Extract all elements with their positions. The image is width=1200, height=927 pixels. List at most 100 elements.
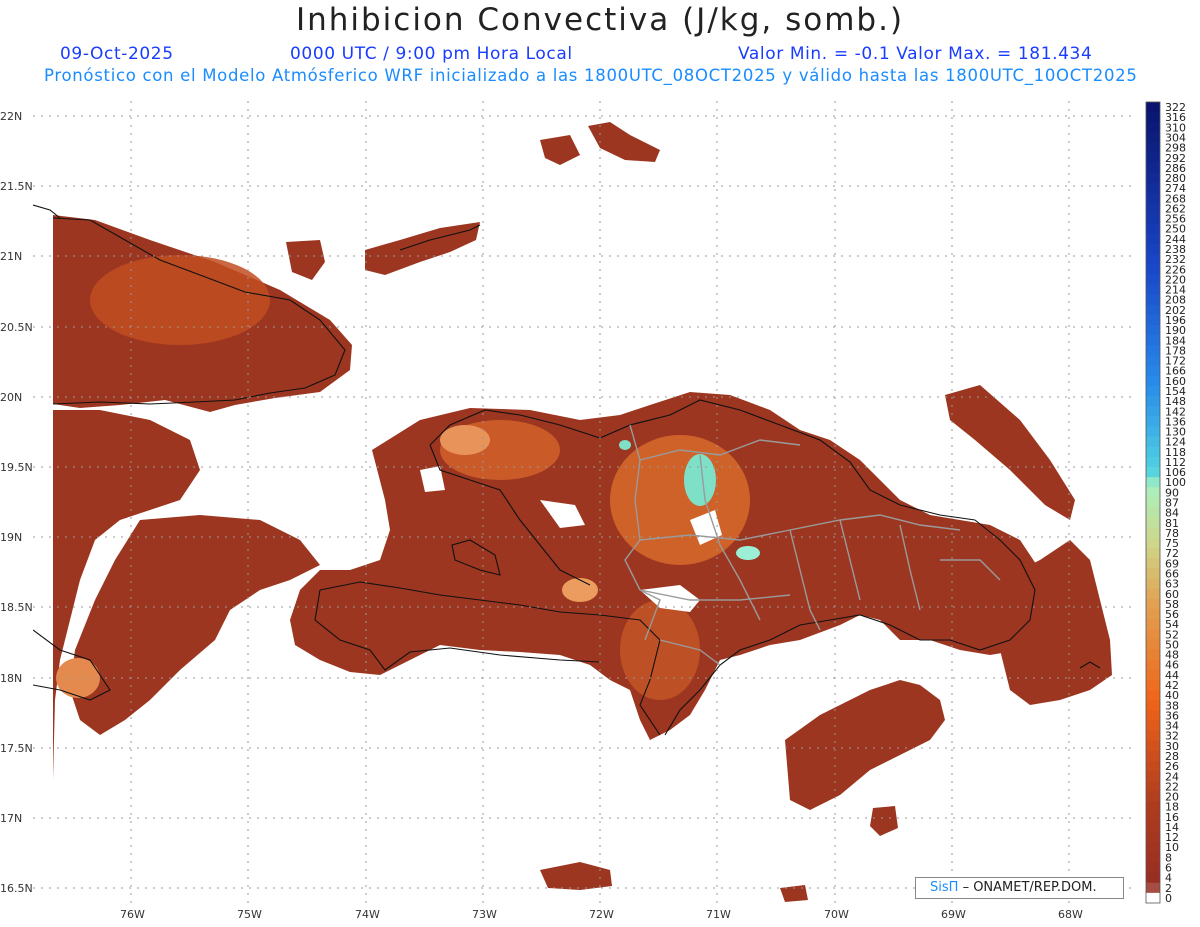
colorbar-swatch bbox=[1146, 517, 1160, 529]
field-peak-3 bbox=[619, 440, 631, 450]
colorbar-swatch bbox=[1146, 213, 1160, 225]
colorbar-swatch bbox=[1146, 690, 1160, 701]
colorbar-swatch bbox=[1146, 487, 1160, 498]
lat-label: 18.5N bbox=[0, 601, 33, 614]
colorbar-swatch bbox=[1146, 193, 1160, 204]
colorbar-swatch bbox=[1146, 537, 1160, 549]
colorbar-swatch bbox=[1146, 649, 1160, 661]
colorbar-swatch bbox=[1146, 294, 1160, 306]
field-region-south-islet bbox=[540, 862, 612, 890]
colorbar-swatch bbox=[1146, 406, 1160, 417]
colorbar-swatch bbox=[1146, 558, 1160, 569]
colorbar-swatch bbox=[1146, 852, 1160, 863]
colorbar-swatch bbox=[1146, 781, 1160, 792]
colorbar-swatch bbox=[1146, 162, 1160, 174]
lon-label: 72W bbox=[589, 908, 614, 921]
colorbar-swatch bbox=[1146, 325, 1160, 336]
colorbar-swatch bbox=[1146, 659, 1160, 671]
colorbar-swatch bbox=[1146, 568, 1160, 579]
map-canvas: 22N 21.5N 21N 20.5N 20N 19.5N 19N 18.5N … bbox=[0, 101, 1186, 921]
colorbar-swatch bbox=[1146, 639, 1160, 650]
lat-label: 21N bbox=[0, 250, 22, 263]
colorbar-swatch bbox=[1146, 456, 1160, 468]
field-highlight-7 bbox=[562, 578, 598, 602]
field-region-northeast-strip bbox=[945, 385, 1075, 520]
colorbar-swatch bbox=[1146, 396, 1160, 407]
colorbar-swatch bbox=[1146, 304, 1160, 316]
colorbar-label: 0 bbox=[1165, 892, 1172, 905]
colorbar-swatch bbox=[1146, 314, 1160, 326]
colorbar-swatch bbox=[1146, 385, 1160, 397]
field-peak-2 bbox=[736, 546, 760, 560]
colorbar-swatch bbox=[1146, 142, 1160, 154]
colorbar-swatch bbox=[1146, 365, 1160, 377]
colorbar-swatch bbox=[1146, 842, 1160, 853]
lon-labels: 76W 75W 74W 73W 72W 71W 70W 69W 68W bbox=[120, 908, 1083, 921]
colorbar-swatch bbox=[1146, 598, 1160, 610]
colorbar-swatch bbox=[1146, 477, 1160, 488]
colorbar-swatch bbox=[1146, 223, 1160, 235]
field-highlight-5 bbox=[620, 600, 700, 700]
colorbar-swatch bbox=[1146, 355, 1160, 367]
colorbar-swatch bbox=[1146, 284, 1160, 296]
colorbar-swatch bbox=[1146, 243, 1160, 255]
colorbar-swatch bbox=[1146, 497, 1160, 508]
onamet-credit: – ONAMET/REP.DOM. bbox=[962, 880, 1097, 895]
colorbar-swatch bbox=[1146, 183, 1160, 194]
lon-label: 76W bbox=[120, 908, 145, 921]
colorbar-swatch bbox=[1146, 811, 1160, 823]
colorbar-swatch bbox=[1146, 122, 1160, 133]
colorbar-swatch bbox=[1146, 152, 1160, 164]
lon-label: 70W bbox=[824, 908, 849, 921]
colorbar-swatch bbox=[1146, 335, 1160, 346]
colorbar-swatch bbox=[1146, 679, 1160, 691]
colorbar-swatch bbox=[1146, 375, 1160, 387]
lat-label: 16.5N bbox=[0, 882, 33, 895]
colorbar-swatch bbox=[1146, 619, 1160, 630]
field-region-southwest bbox=[70, 515, 320, 735]
colorbar-swatch bbox=[1146, 882, 1160, 894]
colorbar-swatch bbox=[1146, 254, 1160, 265]
lat-label: 17N bbox=[0, 812, 22, 825]
colorbar-swatch bbox=[1146, 467, 1160, 478]
colorbar-swatch bbox=[1146, 740, 1160, 752]
colorbar-swatch bbox=[1146, 548, 1160, 559]
lon-label: 75W bbox=[237, 908, 262, 921]
lat-label: 20.5N bbox=[0, 321, 33, 334]
colorbar-swatch bbox=[1146, 669, 1160, 681]
lon-label: 68W bbox=[1058, 908, 1083, 921]
colorbar-swatch bbox=[1146, 345, 1160, 356]
colorbar-swatch bbox=[1146, 436, 1160, 448]
field-region-bahamas-1 bbox=[365, 222, 480, 275]
colorbar-swatch bbox=[1146, 172, 1160, 184]
colorbar-swatch bbox=[1146, 862, 1160, 873]
colorbar-swatch bbox=[1146, 761, 1160, 772]
lat-label: 21.5N bbox=[0, 180, 33, 193]
colorbar-swatch bbox=[1146, 588, 1160, 600]
field-highlight-3 bbox=[610, 435, 750, 565]
colorbar-swatch bbox=[1146, 832, 1160, 843]
field-highlight-1 bbox=[90, 255, 270, 345]
field-gap-3 bbox=[200, 415, 260, 450]
colorbar-swatch bbox=[1146, 608, 1160, 620]
lon-label: 69W bbox=[941, 908, 966, 921]
colorbar-swatch bbox=[1146, 416, 1160, 427]
colorbar-swatch bbox=[1146, 821, 1160, 833]
colorbar-swatch bbox=[1146, 730, 1160, 742]
colorbar-swatch bbox=[1146, 801, 1160, 813]
lat-label: 19N bbox=[0, 531, 22, 544]
colorbar-swatch bbox=[1146, 720, 1160, 732]
cin-field bbox=[53, 122, 1112, 902]
field-region-bahamas-4 bbox=[286, 240, 325, 280]
colorbar-swatch bbox=[1146, 102, 1160, 113]
sis-logo-text: SisΠ bbox=[930, 880, 959, 895]
colorbar-swatch bbox=[1146, 892, 1160, 904]
colorbar-swatch bbox=[1146, 527, 1160, 539]
colorbar-swatch bbox=[1146, 507, 1160, 519]
field-highlight-4 bbox=[56, 658, 100, 698]
colorbar-swatch bbox=[1146, 750, 1160, 762]
lat-label: 22N bbox=[0, 110, 22, 123]
lon-label: 73W bbox=[472, 908, 497, 921]
colorbar-swatch bbox=[1146, 629, 1160, 640]
colorbar-swatch bbox=[1146, 132, 1160, 143]
